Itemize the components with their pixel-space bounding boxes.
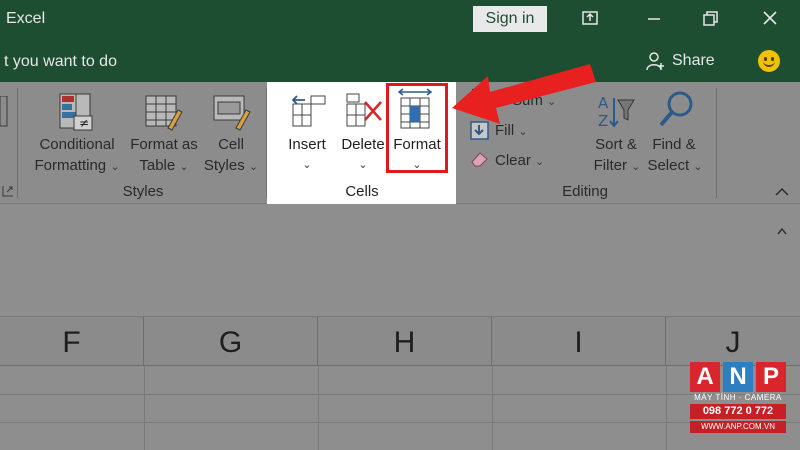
format-as-table-icon	[145, 95, 183, 131]
title-bar: Excel Sign in	[0, 0, 800, 40]
watermark-letter: A	[690, 362, 720, 392]
watermark-letter: N	[723, 362, 753, 392]
anp-watermark-logo: A N P MÁY TÍNH · CAMERA 098 772 0 772 WW…	[690, 362, 786, 433]
magnifier-icon	[659, 91, 693, 127]
sort-filter-label-2: Filter	[593, 157, 627, 174]
formula-bar-area[interactable]	[0, 205, 800, 315]
feedback-smiley-icon[interactable]	[758, 50, 780, 72]
chevron-down-icon: ⌄	[248, 161, 259, 173]
column-headers: F G H I J	[0, 316, 800, 367]
worksheet-grid[interactable]	[0, 366, 800, 450]
formula-bar-collapse-icon[interactable]	[776, 226, 788, 236]
chevron-down-icon: ⌄	[302, 159, 312, 171]
chevron-down-icon: ⌄	[358, 159, 368, 171]
restore-icon[interactable]	[696, 7, 724, 31]
minimize-icon[interactable]	[640, 7, 668, 31]
cell-styles-icon	[213, 95, 251, 131]
column-divider	[144, 366, 145, 450]
format-as-table-label-1: Format as	[130, 136, 198, 153]
eraser-icon	[471, 152, 488, 167]
tell-me-bar: t you want to do Share	[0, 40, 800, 82]
person-add-icon	[646, 52, 664, 71]
row-divider	[0, 422, 800, 423]
format-highlight-box	[386, 83, 448, 173]
red-arrow-annotation	[452, 64, 596, 124]
column-header-j[interactable]: J	[666, 317, 800, 367]
column-header-f[interactable]: F	[0, 317, 144, 367]
insert-cells-icon	[291, 95, 326, 127]
find-select-label-1: Find &	[652, 136, 696, 153]
column-header-h[interactable]: H	[318, 317, 492, 367]
clear-label: Clear	[495, 152, 531, 169]
share-label: Share	[672, 52, 715, 69]
delete-cells-icon	[346, 93, 382, 127]
find-select-label-2: Select	[647, 157, 690, 174]
column-header-i[interactable]: I	[492, 317, 666, 367]
sort-filter-icon: A Z	[598, 94, 635, 130]
collapse-ribbon-icon[interactable]	[774, 186, 790, 198]
editing-group-label: Editing	[562, 183, 608, 200]
chevron-down-icon: ⌄	[179, 161, 189, 173]
dialog-launcher-icon[interactable]	[2, 185, 14, 197]
cell-styles-label-1: Cell	[218, 136, 244, 153]
chevron-down-icon: ⌄	[631, 161, 641, 173]
app-title: Excel	[6, 10, 46, 27]
ribbon-separator	[716, 88, 717, 198]
column-divider	[318, 366, 319, 450]
column-divider	[666, 366, 667, 450]
row-divider	[0, 394, 800, 395]
chevron-down-icon: ⌄	[110, 161, 120, 173]
close-icon[interactable]	[756, 7, 784, 31]
conditional-formatting-label-1: Conditional	[39, 136, 115, 153]
chevron-down-icon: ⌄	[693, 161, 703, 173]
conditional-formatting-icon: ≠	[59, 93, 93, 131]
watermark-site: WWW.ANP.COM.VN	[690, 421, 786, 433]
share-button[interactable]: Share	[646, 51, 715, 71]
sort-filter-label-1: Sort &	[595, 136, 637, 153]
styles-group-label: Styles	[122, 183, 164, 200]
watermark-phone: 098 772 0 772	[690, 404, 786, 419]
tell-me-input[interactable]: t you want to do	[4, 53, 117, 71]
svg-text:≠: ≠	[79, 116, 89, 130]
format-as-table-label-2: Table	[139, 157, 176, 174]
ribbon-display-icon[interactable]	[576, 7, 604, 31]
cells-group-label: Cells	[345, 183, 379, 200]
partial-ribbon-icon	[0, 96, 8, 127]
delete-label: Delete	[341, 136, 385, 153]
watermark-letter: P	[756, 362, 786, 392]
chevron-down-icon: ⌄	[535, 156, 545, 168]
sign-in-button[interactable]: Sign in	[473, 6, 547, 32]
ribbon-separator	[17, 88, 18, 198]
conditional-formatting-label-2: Formatting	[34, 157, 107, 174]
insert-label: Insert	[288, 136, 326, 153]
column-divider	[492, 366, 493, 450]
cell-styles-label-2: Styles	[203, 157, 245, 174]
column-header-g[interactable]: G	[144, 317, 318, 367]
watermark-subtitle: MÁY TÍNH · CAMERA	[694, 393, 782, 402]
